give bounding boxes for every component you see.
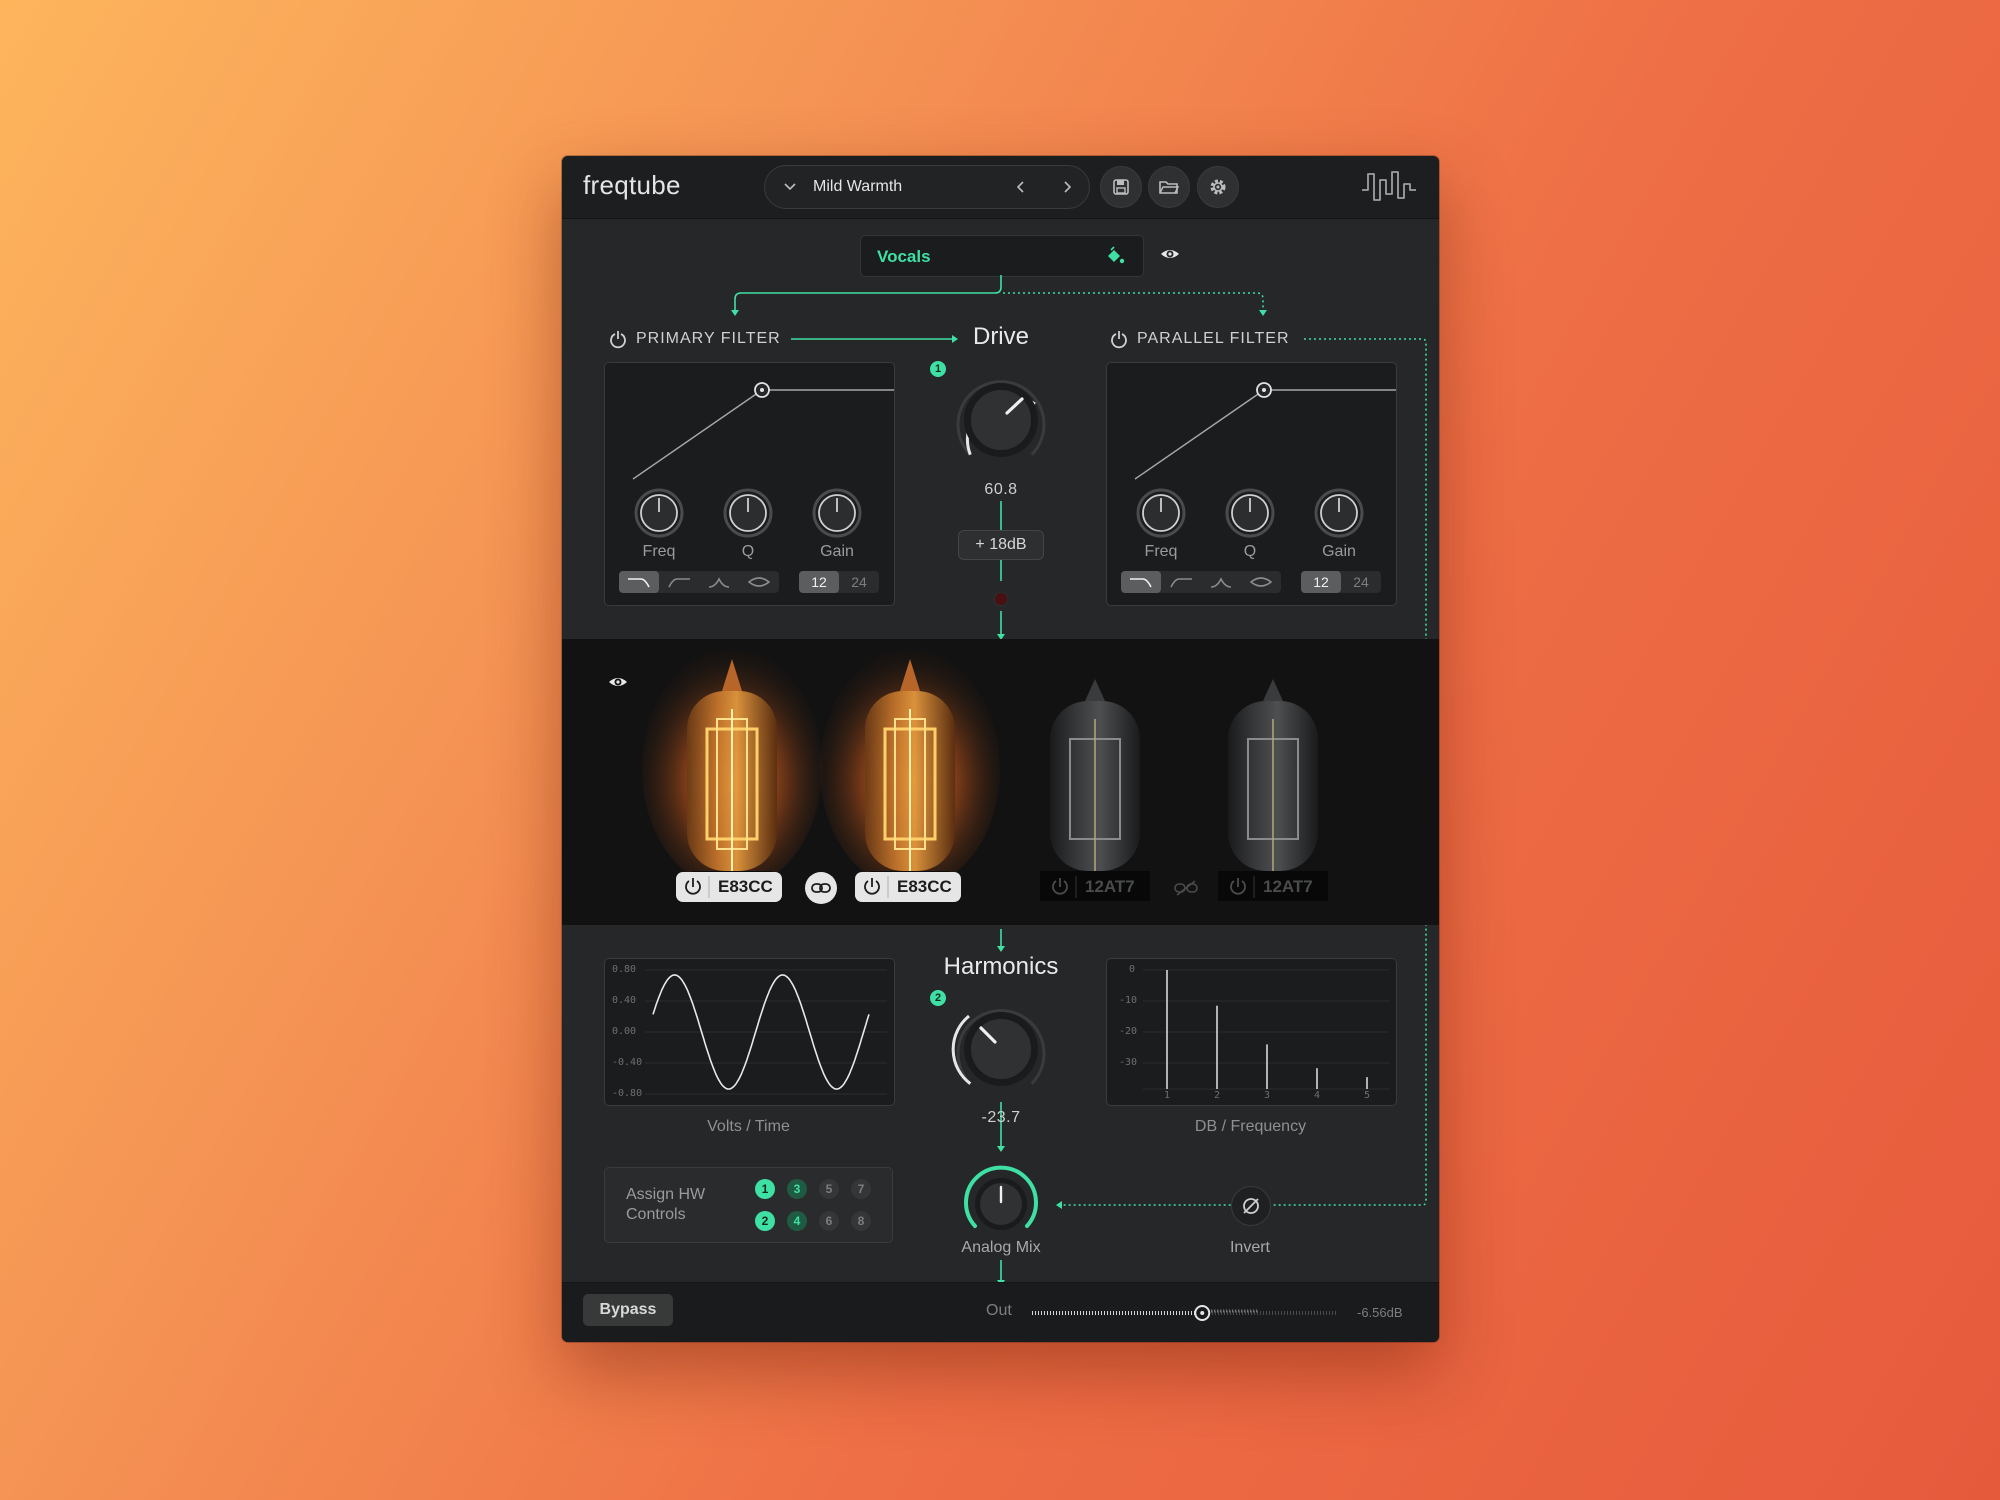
plugin-window: freqtube Mild Warmth Vocals PRIMARY FILT… [562,156,1439,1342]
primary-freq-knob[interactable] [633,487,685,539]
primary-filter-panel: Freq Q Gain 12 24 [604,362,895,606]
parallel-filter-title: PARALLEL FILTER [1137,330,1290,347]
parallel-filter-panel: Freq Q Gain 12 24 [1106,362,1397,606]
highpass-icon[interactable] [659,571,699,593]
drive-knob[interactable] [945,364,1057,476]
hw-controls-label-line1: Assign HW [626,1186,706,1203]
harmonics-value: -23.7 [981,1109,1021,1126]
notch-icon[interactable] [1241,571,1281,593]
primary-filter-power-icon[interactable] [608,329,628,349]
waveform-caption: Volts / Time [707,1118,790,1135]
harmonics-title: Harmonics [943,953,1059,980]
tube-1-toggle[interactable]: E83CC [676,872,782,902]
parallel-q-knob[interactable] [1224,487,1276,539]
phase-invert-icon [1243,1198,1259,1214]
tube-4 [1218,679,1328,901]
drive-hw-badge: 1 [930,361,946,377]
primary-freq-label: Freq [642,543,676,560]
tube-2-model: E83CC [897,877,952,896]
tube-stage: E83CC E83CC 12AT7 12AT7 [562,639,1439,925]
hw-slot-3[interactable]: 3 [787,1179,807,1199]
parallel-slope-selector: 12 24 [1301,571,1381,593]
hw-controls-label: Assign HW Controls [626,1185,705,1225]
tube-1 [642,649,822,893]
primary-filter-curve[interactable] [605,363,894,483]
footer-bar: Bypass Out -6.56dB [562,1282,1439,1342]
boost-18db-button[interactable]: + 18dB [958,530,1044,560]
output-value: -6.56dB [1357,1305,1403,1320]
analog-mix-label: Analog Mix [961,1239,1041,1256]
parallel-q-label: Q [1243,543,1257,560]
primary-gain-label: Gain [820,543,854,560]
harmonic-spectrum-plot [1143,969,1389,1090]
parallel-slope-12[interactable]: 12 [1301,571,1341,593]
primary-gain-knob[interactable] [811,487,863,539]
harmonics-hw-badge: 2 [930,990,946,1006]
parallel-slope-24[interactable]: 24 [1341,571,1381,593]
tube-3-power-icon[interactable] [1043,872,1077,902]
bandpass-icon[interactable] [1201,571,1241,593]
tube-1-model: E83CC [718,877,773,896]
primary-q-label: Q [741,543,755,560]
unlinked-icon[interactable] [1174,880,1198,896]
parallel-filter-curve[interactable] [1107,363,1396,483]
hw-slot-2[interactable]: 2 [755,1211,775,1231]
tube-4-toggle[interactable]: 12AT7 [1221,872,1327,902]
output-label: Out [986,1302,1012,1319]
invert-label: Invert [1229,1239,1270,1256]
link-icon [811,883,831,893]
primary-q-knob[interactable] [722,487,774,539]
primary-slope-selector: 12 24 [799,571,879,593]
output-level-slider[interactable] [1030,1297,1340,1329]
tube-link-button[interactable] [805,872,837,904]
hw-controls-panel: Assign HW Controls 1 3 5 7 2 4 6 8 [604,1167,893,1243]
parallel-filter-power-icon[interactable] [1109,329,1129,349]
hw-slot-8[interactable]: 8 [851,1211,871,1231]
tube-3-toggle[interactable]: 12AT7 [1043,872,1149,902]
bypass-button[interactable]: Bypass [583,1294,673,1326]
hw-slot-4[interactable]: 4 [787,1211,807,1231]
primary-slope-12[interactable]: 12 [799,571,839,593]
hw-slot-5[interactable]: 5 [819,1179,839,1199]
tube-2 [820,649,1000,893]
analog-mix-knob[interactable] [961,1164,1041,1244]
tube-3-model: 12AT7 [1085,877,1135,896]
parallel-filter-shape-selector [1121,571,1281,593]
primary-filter-shape-selector [619,571,779,593]
spectrum-caption: DB / Frequency [1194,1118,1307,1135]
invert-button[interactable] [1231,1186,1271,1226]
waveform-graph: 0.80 0.40 0.00 -0.40 -0.80 [604,958,895,1106]
bandpass-icon[interactable] [699,571,739,593]
drive-title: Drive [972,323,1029,350]
highpass-icon[interactable] [1161,571,1201,593]
harmonics-knob[interactable] [945,993,1057,1105]
tube-3 [1040,679,1150,901]
notch-icon[interactable] [739,571,779,593]
tube-2-power-icon[interactable] [855,872,889,902]
sine-wave-plot [645,969,887,1095]
tube-4-model: 12AT7 [1263,877,1313,896]
drive-value: 60.8 [984,481,1018,498]
primary-slope-24[interactable]: 24 [839,571,879,593]
hw-slot-7[interactable]: 7 [851,1179,871,1199]
primary-filter-title: PRIMARY FILTER [636,330,781,347]
spectrum-graph: 0 -10 -20 -30 1 2 3 4 5 [1106,958,1397,1106]
tube-1-power-icon[interactable] [676,872,710,902]
tube-4-power-icon[interactable] [1221,872,1255,902]
hw-slot-6[interactable]: 6 [819,1211,839,1231]
parallel-freq-label: Freq [1144,543,1178,560]
parallel-gain-label: Gain [1322,543,1356,560]
tube-2-toggle[interactable]: E83CC [855,872,961,902]
hw-slot-1[interactable]: 1 [755,1179,775,1199]
hw-controls-label-line2: Controls [626,1206,686,1223]
parallel-gain-knob[interactable] [1313,487,1365,539]
lowpass-icon[interactable] [619,571,659,593]
parallel-freq-knob[interactable] [1135,487,1187,539]
lowpass-icon[interactable] [1121,571,1161,593]
